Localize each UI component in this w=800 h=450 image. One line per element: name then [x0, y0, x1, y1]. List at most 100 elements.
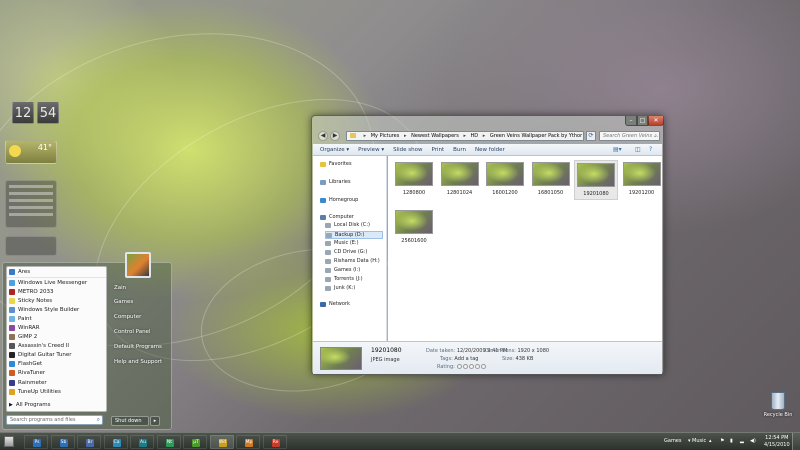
organize-button[interactable]: Organize ▾ — [320, 147, 349, 153]
program-item[interactable]: RivaTuner — [7, 369, 106, 378]
program-item[interactable]: Ares — [7, 267, 106, 278]
start-item-user[interactable]: Zain — [114, 285, 126, 291]
taskbar-app-button[interactable]: Ca — [103, 435, 128, 449]
nav-drive-label: Junk (K:) — [334, 285, 356, 291]
nav-favorites[interactable]: Favorites — [320, 161, 352, 167]
breadcrumb-my-pictures[interactable]: My Pictures — [371, 133, 400, 139]
breadcrumb-hd[interactable]: HD — [471, 133, 479, 139]
network-meter-gadget[interactable] — [5, 236, 57, 256]
nav-drive[interactable]: Junk (K:) — [325, 285, 383, 291]
nav-network[interactable]: Network — [320, 301, 350, 307]
start-item-default-programs[interactable]: Default Programs — [114, 344, 162, 350]
program-item[interactable]: Windows Style Builder — [7, 305, 106, 314]
tray-music[interactable]: Music — [692, 438, 706, 444]
minimize-button[interactable]: – — [625, 116, 637, 126]
view-options-icon[interactable]: ▤▾ — [613, 146, 622, 153]
program-item[interactable]: Windows Live Messenger — [7, 278, 106, 287]
program-item[interactable]: Paint — [7, 314, 106, 323]
start-search-input[interactable]: Search programs and files ⌕ — [6, 415, 103, 425]
volume-icon[interactable]: ◀) — [750, 438, 756, 444]
star-icon[interactable] — [481, 364, 487, 369]
clock-gadget[interactable]: 12 54 — [4, 102, 59, 124]
taskbar-clock[interactable]: 12:54 PM 4/15/2010 — [764, 435, 790, 449]
nav-drive[interactable]: Music (E:) — [325, 240, 383, 246]
burn-button[interactable]: Burn — [453, 147, 466, 153]
file-thumbnail[interactable]: 25601600 — [392, 208, 436, 248]
tray-games[interactable]: Games — [664, 438, 682, 444]
maximize-button[interactable]: □ — [637, 116, 648, 126]
program-item[interactable]: WinRAR — [7, 323, 106, 332]
network-status-icon[interactable]: ▂ — [740, 438, 744, 444]
taskbar-app-button[interactable]: Nt — [156, 435, 181, 449]
battery-icon[interactable]: ▮ — [730, 438, 733, 444]
search-input[interactable]: Search Green Veins ... ⌕ — [599, 131, 660, 141]
program-item[interactable]: GIMP 2 — [7, 333, 106, 342]
preview-button[interactable]: Preview ▾ — [358, 147, 384, 153]
program-item[interactable]: Digital Guitar Tuner — [7, 351, 106, 360]
breadcrumb-green-veins[interactable]: Green Veins Wallpaper Pack by Ythor — [490, 133, 582, 139]
flag-icon[interactable]: ⚑ — [720, 438, 724, 444]
taskbar-app-button[interactable]: µT — [183, 435, 207, 449]
taskbar-app-button[interactable]: Ps — [24, 435, 48, 449]
nav-drive[interactable]: Rishams Data (H:) — [325, 258, 383, 264]
file-thumbnail[interactable]: 16001200 — [483, 160, 527, 200]
taskbar-app-button[interactable]: Sb — [50, 435, 75, 449]
program-item[interactable]: Sticky Notes — [7, 296, 106, 305]
new-folder-button[interactable]: New folder — [475, 147, 505, 153]
start-button[interactable] — [4, 436, 14, 447]
shutdown-options-button[interactable]: ▸ — [150, 416, 160, 426]
nav-drive[interactable]: Backup (D:) — [325, 231, 383, 239]
rating-stars[interactable] — [456, 364, 487, 370]
star-icon[interactable] — [463, 364, 469, 369]
program-item[interactable]: Rainmeter — [7, 378, 106, 387]
forward-button[interactable]: ▶ — [330, 131, 340, 141]
taskbar-app-button[interactable]: Re — [262, 435, 287, 449]
program-item[interactable]: METRO 2033 — [7, 287, 106, 296]
start-item-control-panel[interactable]: Control Panel — [114, 329, 150, 335]
start-item-help-support[interactable]: Help and Support — [114, 359, 162, 365]
file-thumbnail[interactable]: 19201080 — [574, 160, 618, 200]
star-icon[interactable] — [469, 364, 475, 369]
nav-drive[interactable]: Torrents (J:) — [325, 276, 383, 282]
start-item-games[interactable]: Games — [114, 299, 133, 305]
nav-homegroup[interactable]: Homegroup — [320, 197, 358, 203]
show-desktop-button[interactable] — [792, 433, 800, 450]
file-thumbnail[interactable]: 1280800 — [392, 160, 436, 200]
taskbar-app-button[interactable]: Au — [130, 435, 154, 449]
recycle-bin[interactable]: Recycle Bin — [760, 392, 796, 418]
file-thumbnail[interactable]: 12801024 — [438, 160, 482, 200]
breadcrumb-newest-wallpapers[interactable]: Newest Wallpapers — [411, 133, 459, 139]
program-item[interactable]: FlashGet — [7, 360, 106, 369]
star-icon[interactable] — [475, 364, 481, 369]
details-tags-value[interactable]: Add a tag — [454, 356, 478, 362]
address-bar[interactable]: ▸ My Pictures ▸ Newest Wallpapers ▸ HD ▸… — [346, 131, 584, 141]
system-meter-gadget[interactable] — [5, 180, 57, 228]
avatar[interactable] — [125, 252, 151, 278]
nav-drive[interactable]: CD Drive (G:) — [325, 249, 383, 255]
taskbar-app-button[interactable]: Wd — [209, 435, 234, 449]
program-item[interactable]: Assassin's Creed II — [7, 342, 106, 351]
nav-computer[interactable]: Computer — [320, 214, 354, 220]
help-icon[interactable]: ? — [649, 146, 652, 153]
nav-drive[interactable]: Local Disk (C:) — [325, 222, 383, 228]
file-thumbnail[interactable]: 16801050 — [529, 160, 573, 200]
nav-drive[interactable]: Games (I:) — [325, 267, 383, 273]
tray-expand-icon[interactable]: ▴ — [709, 438, 712, 444]
all-programs-button[interactable]: ▶ All Programs — [9, 402, 51, 408]
file-thumbnail[interactable]: 19201200 — [620, 160, 664, 200]
taskbar-app-button[interactable]: Br — [77, 435, 101, 449]
weather-gadget[interactable]: 41° — [5, 140, 57, 164]
star-icon[interactable] — [457, 364, 463, 369]
close-button[interactable]: ✕ — [648, 116, 664, 126]
start-item-computer[interactable]: Computer — [114, 314, 141, 320]
shutdown-button[interactable]: Shut down — [111, 416, 149, 426]
nav-libraries[interactable]: Libraries — [320, 179, 351, 185]
refresh-icon[interactable]: ⟳ — [586, 131, 596, 141]
taskbar-app-button[interactable]: Mp — [236, 435, 260, 449]
print-button[interactable]: Print — [431, 147, 444, 153]
tray-expand-icon[interactable]: ▾ — [688, 438, 691, 444]
preview-pane-icon[interactable]: ◫ — [635, 146, 641, 153]
slide-show-button[interactable]: Slide show — [393, 147, 422, 153]
program-item[interactable]: TuneUp Utilities — [7, 387, 106, 396]
back-button[interactable]: ◀ — [318, 131, 328, 141]
